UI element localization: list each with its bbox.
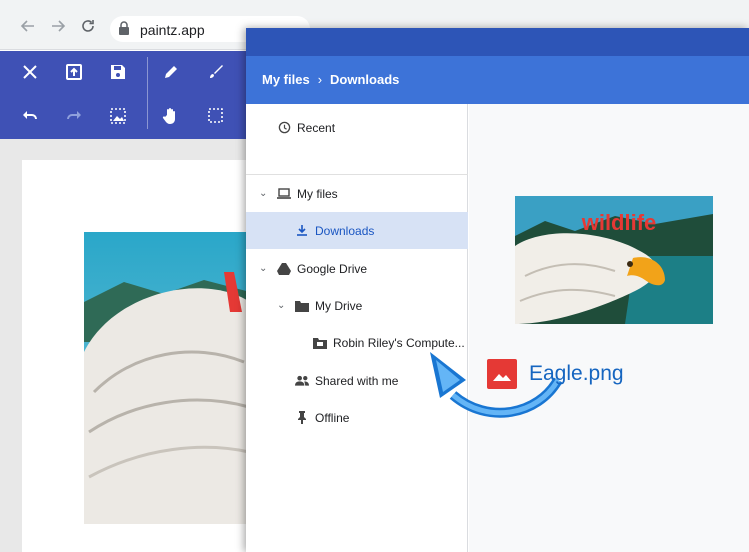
breadcrumb: My files › Downloads [262,72,399,87]
back-arrow-icon[interactable] [18,18,38,38]
nav-label-recent: Recent [297,120,336,135]
pencil-icon[interactable] [158,59,184,85]
laptop-icon [277,187,291,201]
redo-icon[interactable] [61,103,87,129]
hand-icon[interactable] [158,103,184,129]
close-icon[interactable] [17,59,43,85]
nav-item-my-drive[interactable]: ⌄ My Drive [246,287,468,324]
brush-icon[interactable] [203,59,229,85]
lock-icon [118,21,130,40]
toolbar-divider [147,57,148,129]
file-list-pane[interactable] [469,104,749,552]
save-icon[interactable] [105,59,131,85]
nav-label-shared: Shared with me [315,373,399,388]
url-text: paintz.app [140,22,205,38]
nav-label-my-drive: My Drive [315,298,363,313]
image-icon[interactable] [105,103,131,129]
computer-folder-icon [313,336,327,350]
google-drive-icon [277,262,291,276]
forward-arrow-icon[interactable] [48,18,68,38]
nav-label-google-drive: Google Drive [297,261,368,276]
dragged-file-name: Eagle.png [529,362,624,385]
nav-item-downloads[interactable]: Downloads [246,212,468,249]
open-file-icon[interactable] [61,59,87,85]
chevron-down-icon[interactable]: ⌄ [277,300,285,311]
chevron-down-icon[interactable]: ⌄ [259,263,267,274]
nav-label-downloads: Downloads [315,223,375,238]
pin-icon [295,411,309,425]
paint-toolbar [0,51,250,139]
breadcrumb-my-files[interactable]: My files [262,72,310,87]
image-file-icon [487,359,517,389]
dialog-header: My files › Downloads [246,56,749,104]
select-icon[interactable] [203,103,229,129]
breadcrumb-separator: › [317,72,323,87]
nav-item-my-files[interactable]: ⌄ My files [246,175,468,212]
people-icon [295,374,309,388]
dialog-titlebar [246,28,749,56]
clock-icon [277,121,291,135]
navigation-pane: Recent ⌄ My files Downloads ⌄ Google Dri… [246,104,468,552]
undo-icon[interactable] [17,103,43,129]
reload-icon[interactable] [78,18,98,38]
nav-label-my-files: My files [297,186,338,201]
chevron-down-icon[interactable]: ⌄ [259,188,267,199]
breadcrumb-downloads[interactable]: Downloads [330,72,399,87]
nav-item-google-drive[interactable]: ⌄ Google Drive [246,250,468,287]
thumbnail-caption: wildlife [581,210,657,235]
file-thumbnail[interactable]: wildlife [515,196,713,324]
drive-folder-icon [295,299,309,313]
eagle-image-on-canvas [84,232,250,524]
nav-item-recent[interactable]: Recent [246,109,468,146]
nav-label-offline: Offline [315,410,350,425]
download-icon [295,224,309,238]
